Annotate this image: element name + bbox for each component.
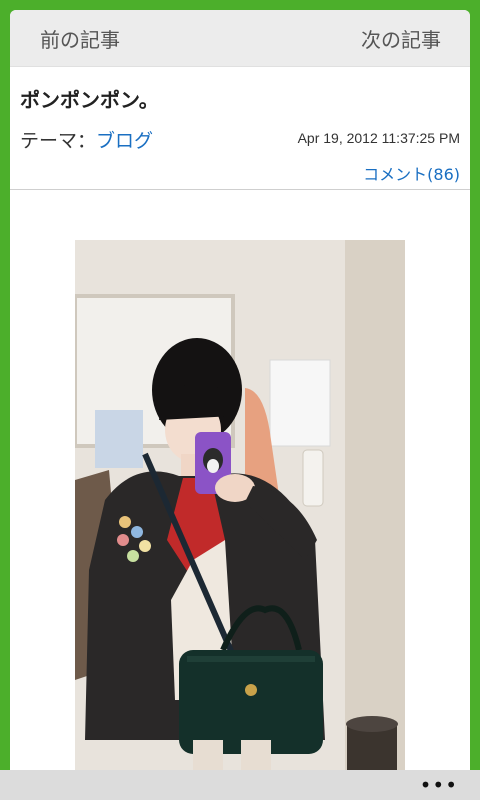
post-theme: テーマ：ブログ (20, 126, 153, 153)
bottom-app-bar: ••• (0, 770, 480, 800)
theme-prefix: テーマ： (20, 130, 97, 152)
article-navbar: 前の記事 次の記事 (10, 10, 470, 67)
next-article-button[interactable]: 次の記事 (361, 24, 441, 53)
theme-link[interactable]: ブログ (96, 130, 153, 152)
header-divider (10, 189, 470, 190)
prev-article-button[interactable]: 前の記事 (40, 24, 120, 53)
comments-link[interactable]: コメント(86) (363, 161, 460, 185)
more-options-button[interactable]: ••• (420, 775, 458, 795)
post-title: ポンポンポン。 (20, 88, 159, 112)
app-frame: 前の記事 次の記事 ポンポンポン。 テーマ：ブログ Apr 19, 2012 1… (10, 10, 470, 800)
photo-image (75, 240, 405, 800)
post-timestamp: Apr 19, 2012 11:37:25 PM (297, 130, 460, 146)
post-photo[interactable] (75, 240, 405, 800)
